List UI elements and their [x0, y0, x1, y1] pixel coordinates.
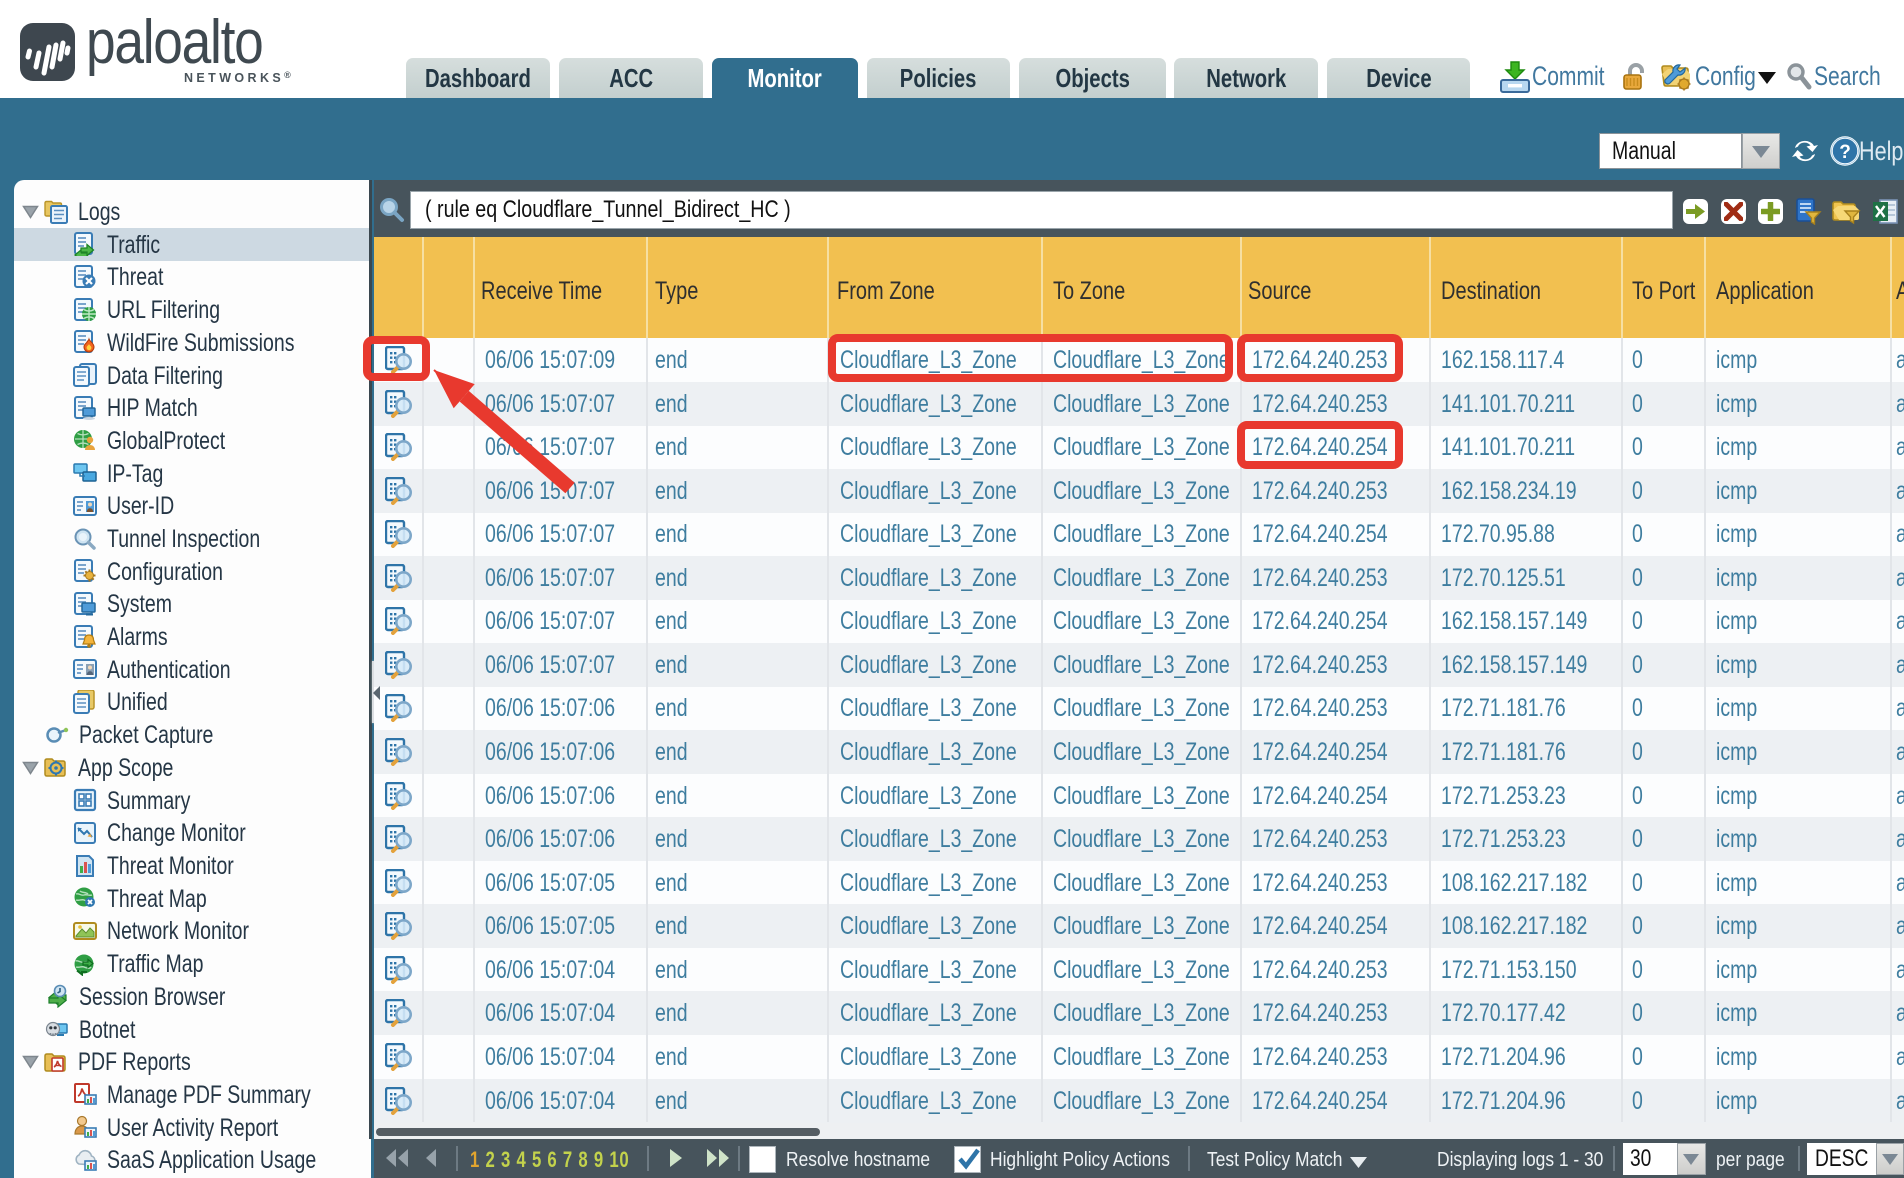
svg-text:?: ? [1839, 142, 1851, 163]
